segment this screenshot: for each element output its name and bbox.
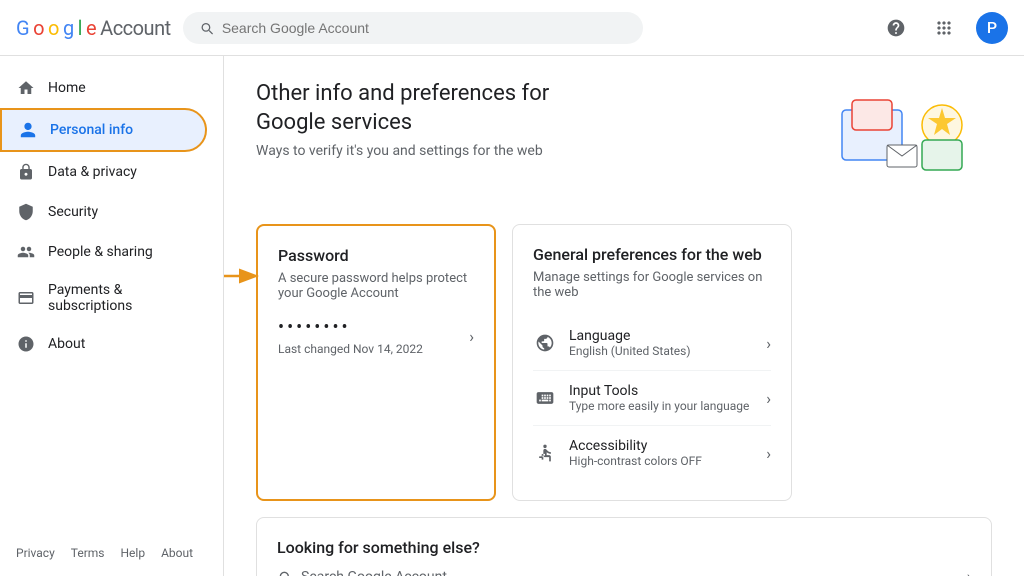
sidebar-item-payments[interactable]: Payments & subscriptions <box>0 272 207 324</box>
language-title: Language <box>569 328 691 344</box>
google-logo: Google Account <box>16 16 171 40</box>
sidebar-item-about[interactable]: About <box>0 324 207 364</box>
input-tools-row[interactable]: Input Tools Type more easily in your lan… <box>533 371 771 426</box>
accessibility-icon <box>533 441 557 465</box>
input-tools-title: Input Tools <box>569 383 749 399</box>
sidebar-item-home[interactable]: Home <box>0 68 207 108</box>
password-value: •••••••• <box>278 317 423 338</box>
password-card[interactable]: Password A secure password helps protect… <box>256 224 496 501</box>
language-chevron-icon: › <box>766 334 771 353</box>
input-tools-subtitle: Type more easily in your language <box>569 399 749 413</box>
looking-for-search-icon <box>277 569 293 576</box>
accessibility-subtitle: High-contrast colors OFF <box>569 454 702 468</box>
keyboard-icon <box>533 386 557 410</box>
sidebar-label-about: About <box>48 336 85 352</box>
card-icon <box>16 288 36 308</box>
help-icon <box>886 18 906 38</box>
sidebar-label-home: Home <box>48 80 86 96</box>
search-input[interactable] <box>222 20 627 36</box>
search-bar-container <box>183 12 643 44</box>
sidebar-label-data-privacy: Data & privacy <box>48 164 137 180</box>
password-card-title: Password <box>278 246 474 265</box>
shield-icon <box>16 202 36 222</box>
language-row[interactable]: Language English (United States) › <box>533 316 771 371</box>
main-content: Other info and preferences forGoogle ser… <box>224 56 1024 576</box>
accessibility-chevron-icon: › <box>766 444 771 463</box>
apps-icon <box>934 18 954 38</box>
hero-illustration <box>832 80 992 200</box>
accessibility-row[interactable]: Accessibility High-contrast colors OFF › <box>533 426 771 480</box>
home-icon <box>16 78 36 98</box>
page-title: Other info and preferences forGoogle ser… <box>256 80 549 137</box>
header: Google Account P <box>0 0 1024 56</box>
sidebar-label-security: Security <box>48 204 98 220</box>
info-icon <box>16 334 36 354</box>
cards-row: Password A secure password helps protect… <box>256 224 992 501</box>
page-header-text: Other info and preferences forGoogle ser… <box>256 80 549 159</box>
annotation-arrow <box>224 256 261 296</box>
page-subtitle: Ways to verify it's you and settings for… <box>256 143 549 159</box>
sidebar-item-security[interactable]: Security <box>0 192 207 232</box>
password-card-subtitle: A secure password helps protect your Goo… <box>278 271 474 301</box>
footer: Privacy Terms Help About <box>224 538 1024 568</box>
globe-icon <box>533 331 557 355</box>
sidebar-item-personal-info[interactable]: Personal info <box>0 108 207 152</box>
page-layout: Home Personal info Data & privacy Securi… <box>0 56 1024 576</box>
looking-for-search-row[interactable]: Search Google Account › <box>277 569 971 576</box>
header-actions: P <box>880 12 1008 44</box>
accessibility-title: Accessibility <box>569 438 702 454</box>
person-icon <box>18 120 38 140</box>
sidebar-item-people-sharing[interactable]: People & sharing <box>0 232 207 272</box>
looking-for-chevron-icon: › <box>967 569 971 576</box>
hero-svg <box>832 80 992 190</box>
looking-for-search-label: Search Google Account <box>301 569 447 576</box>
language-subtitle: English (United States) <box>569 344 691 358</box>
sidebar-label-personal-info: Personal info <box>50 122 133 138</box>
general-prefs-title: General preferences for the web <box>533 245 771 264</box>
sidebar-label-people-sharing: People & sharing <box>48 244 153 260</box>
page-header: Other info and preferences forGoogle ser… <box>256 80 992 200</box>
sidebar-label-payments: Payments & subscriptions <box>48 282 191 314</box>
help-button[interactable] <box>880 12 912 44</box>
password-row[interactable]: •••••••• Last changed Nov 14, 2022 › <box>278 317 474 356</box>
search-icon <box>199 20 214 36</box>
input-tools-chevron-icon: › <box>766 389 771 408</box>
lock-icon <box>16 162 36 182</box>
password-chevron-icon: › <box>469 327 474 346</box>
avatar[interactable]: P <box>976 12 1008 44</box>
sidebar: Home Personal info Data & privacy Securi… <box>0 56 224 576</box>
password-last-changed: Last changed Nov 14, 2022 <box>278 342 423 356</box>
people-icon <box>16 242 36 262</box>
apps-button[interactable] <box>928 12 960 44</box>
general-prefs-card: General preferences for the web Manage s… <box>512 224 792 501</box>
general-prefs-subtitle: Manage settings for Google services on t… <box>533 270 771 300</box>
logo-account-label: Account <box>100 16 171 40</box>
sidebar-item-data-privacy[interactable]: Data & privacy <box>0 152 207 192</box>
